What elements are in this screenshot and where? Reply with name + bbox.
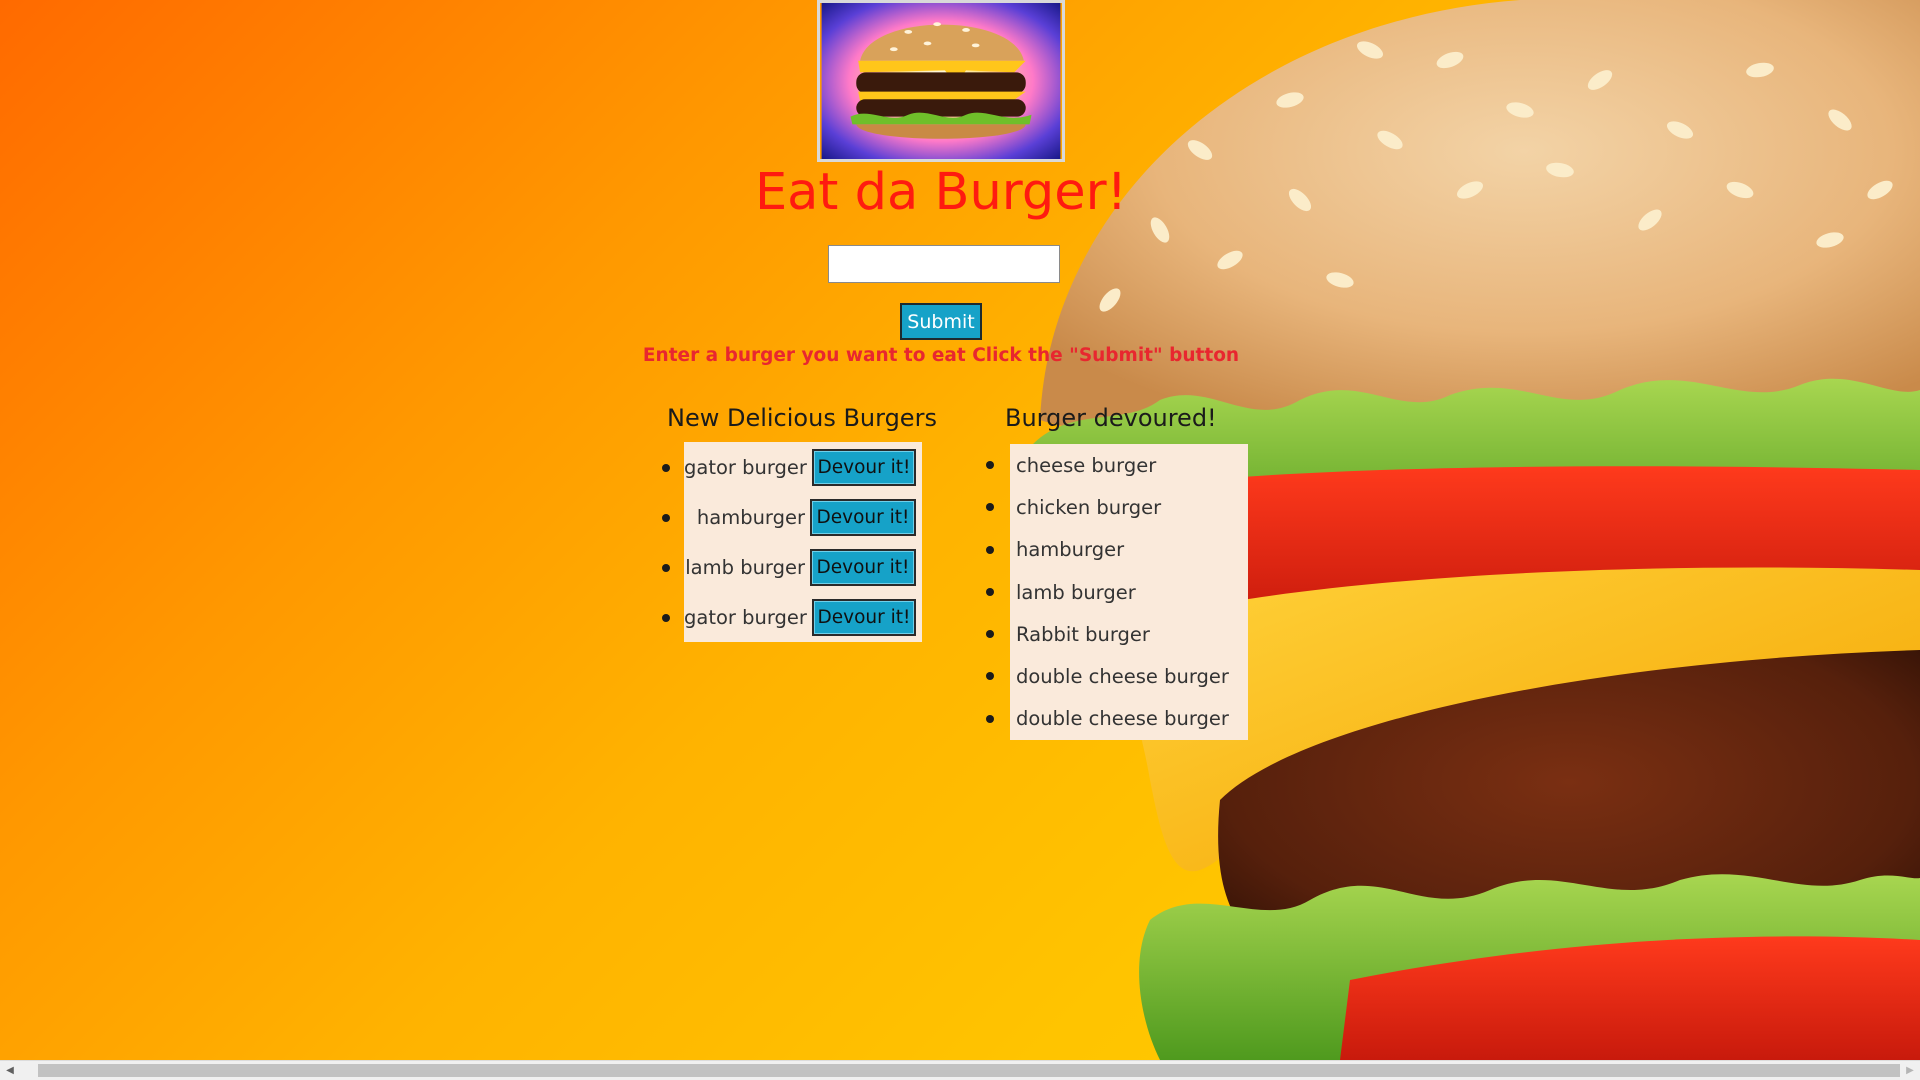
- list-item: hamburger: [986, 529, 1248, 571]
- list-item: chicken burger: [986, 486, 1248, 528]
- scrollbar-thumb[interactable]: [38, 1064, 1900, 1077]
- list-item: gator burger Devour it!: [662, 592, 922, 642]
- list-item: gator burger Devour it!: [662, 442, 922, 492]
- burger-name: gator burger: [684, 605, 807, 629]
- chevron-right-icon[interactable]: ▶: [1900, 1061, 1920, 1080]
- burger-name-input[interactable]: [828, 245, 1060, 283]
- list-item: hamburger Devour it!: [662, 492, 922, 542]
- instructions-text: Enter a burger you want to eat Click the…: [642, 345, 1240, 366]
- page: Eat da Burger! Submit Enter a burger you…: [0, 0, 1920, 1080]
- burger-name: gator burger: [684, 455, 807, 479]
- list-item: double cheese burger: [986, 655, 1248, 697]
- burger-thumbnail-icon: [821, 3, 1061, 159]
- new-burgers-heading: New Delicious Burgers: [667, 404, 937, 432]
- devoured-burgers-heading: Burger devoured!: [1005, 404, 1217, 432]
- burger-name: lamb burger: [685, 555, 805, 579]
- devour-button[interactable]: Devour it!: [810, 548, 916, 586]
- list-item: lamb burger Devour it!: [662, 542, 922, 592]
- devour-button[interactable]: Devour it!: [810, 498, 916, 536]
- submit-button[interactable]: Submit: [900, 303, 982, 340]
- burger-thumbnail-image: [817, 0, 1065, 162]
- burger-name: hamburger: [696, 505, 805, 529]
- chevron-left-icon[interactable]: ◀: [0, 1061, 20, 1080]
- devoured-burgers-list: cheese burger chicken burger hamburger l…: [986, 444, 1248, 740]
- horizontal-scrollbar[interactable]: ◀ ▶: [0, 1060, 1920, 1080]
- devour-button[interactable]: Devour it!: [811, 598, 916, 636]
- devour-button[interactable]: Devour it!: [811, 448, 916, 486]
- list-item: double cheese burger: [986, 698, 1248, 740]
- list-item: cheese burger: [986, 444, 1248, 486]
- page-title: Eat da Burger!: [754, 163, 1128, 222]
- new-burgers-list: gator burger Devour it! hamburger Devour…: [662, 442, 922, 642]
- list-item: Rabbit burger: [986, 613, 1248, 655]
- list-item: lamb burger: [986, 571, 1248, 613]
